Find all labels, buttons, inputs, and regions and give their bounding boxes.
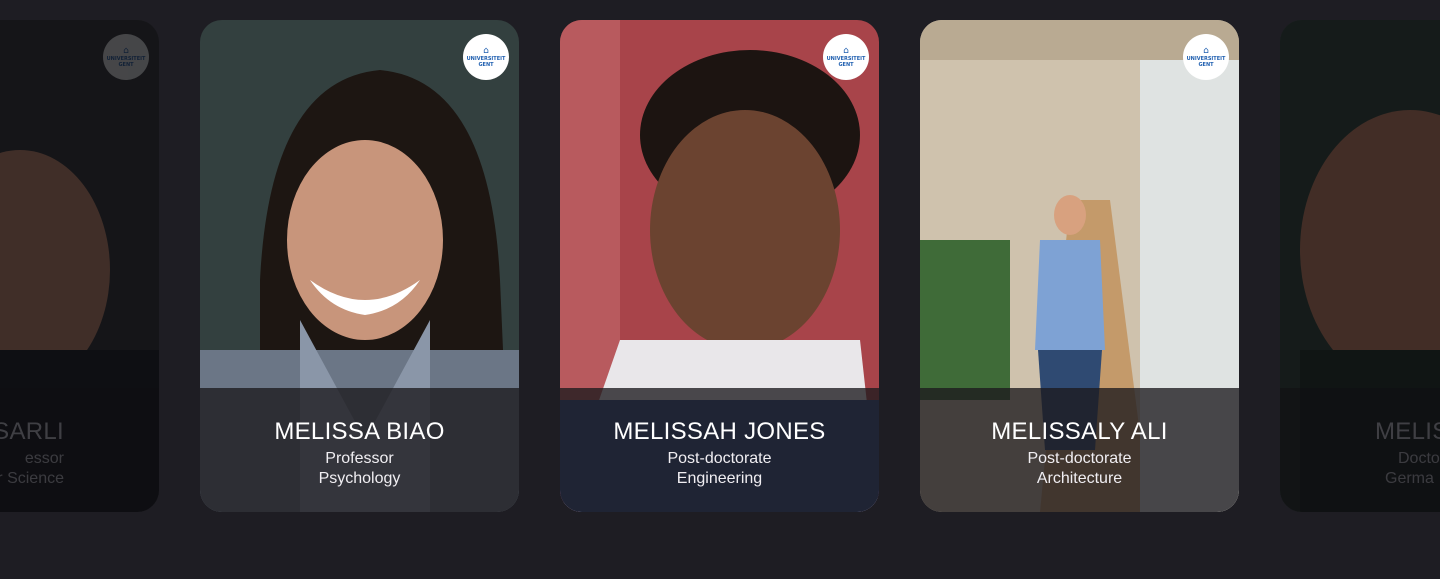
- person-card[interactable]: MELIS Docto Germa: [1280, 20, 1440, 512]
- person-department: r Science: [0, 470, 64, 487]
- person-role: Post-doctorate: [667, 450, 772, 467]
- person-photo: [1280, 20, 1440, 512]
- person-name: MELISSAH JONES: [613, 418, 826, 445]
- person-card[interactable]: ⌂ UNIVERSITEIT GENT MELISSAH JONES Post-…: [560, 20, 879, 512]
- university-logo-icon: ⌂ UNIVERSITEIT GENT: [103, 34, 149, 80]
- person-caption: MELISSA BIAO Professor Psychology: [200, 388, 519, 512]
- person-role: essor: [24, 450, 64, 467]
- person-name: MELIS: [1375, 418, 1440, 445]
- person-department: Psychology: [318, 470, 401, 487]
- person-caption: MELISSAH JONES Post-doctorate Engineerin…: [560, 388, 879, 512]
- person-card[interactable]: ⌂ UNIVERSITEIT GENT MELISSALY ALI Post-d…: [920, 20, 1239, 512]
- person-role: Professor: [325, 450, 394, 467]
- person-department: Architecture: [1036, 470, 1123, 487]
- person-department: Engineering: [676, 470, 763, 487]
- person-department: Germa: [1385, 470, 1434, 487]
- person-role: Docto: [1398, 450, 1440, 467]
- university-logo-icon: ⌂ UNIVERSITEIT GENT: [823, 34, 869, 80]
- people-carousel: ⌂ UNIVERSITEIT GENT SSARLI essor r Scien…: [0, 0, 1440, 579]
- university-logo-icon: ⌂ UNIVERSITEIT GENT: [463, 34, 509, 80]
- person-name: MELISSALY ALI: [991, 418, 1168, 445]
- person-caption: SSARLI essor r Science: [0, 388, 159, 512]
- person-card[interactable]: ⌂ UNIVERSITEIT GENT MELISSA BIAO Profess…: [200, 20, 519, 512]
- person-name: MELISSA BIAO: [274, 418, 445, 445]
- person-name: SSARLI: [0, 418, 64, 445]
- university-logo-icon: ⌂ UNIVERSITEIT GENT: [1183, 34, 1229, 80]
- person-role: Post-doctorate: [1027, 450, 1132, 467]
- person-caption: MELISSALY ALI Post-doctorate Architectur…: [920, 388, 1239, 512]
- person-caption: MELIS Docto Germa: [1280, 388, 1440, 512]
- person-card[interactable]: ⌂ UNIVERSITEIT GENT SSARLI essor r Scien…: [0, 20, 159, 512]
- person-photo: [0, 20, 159, 512]
